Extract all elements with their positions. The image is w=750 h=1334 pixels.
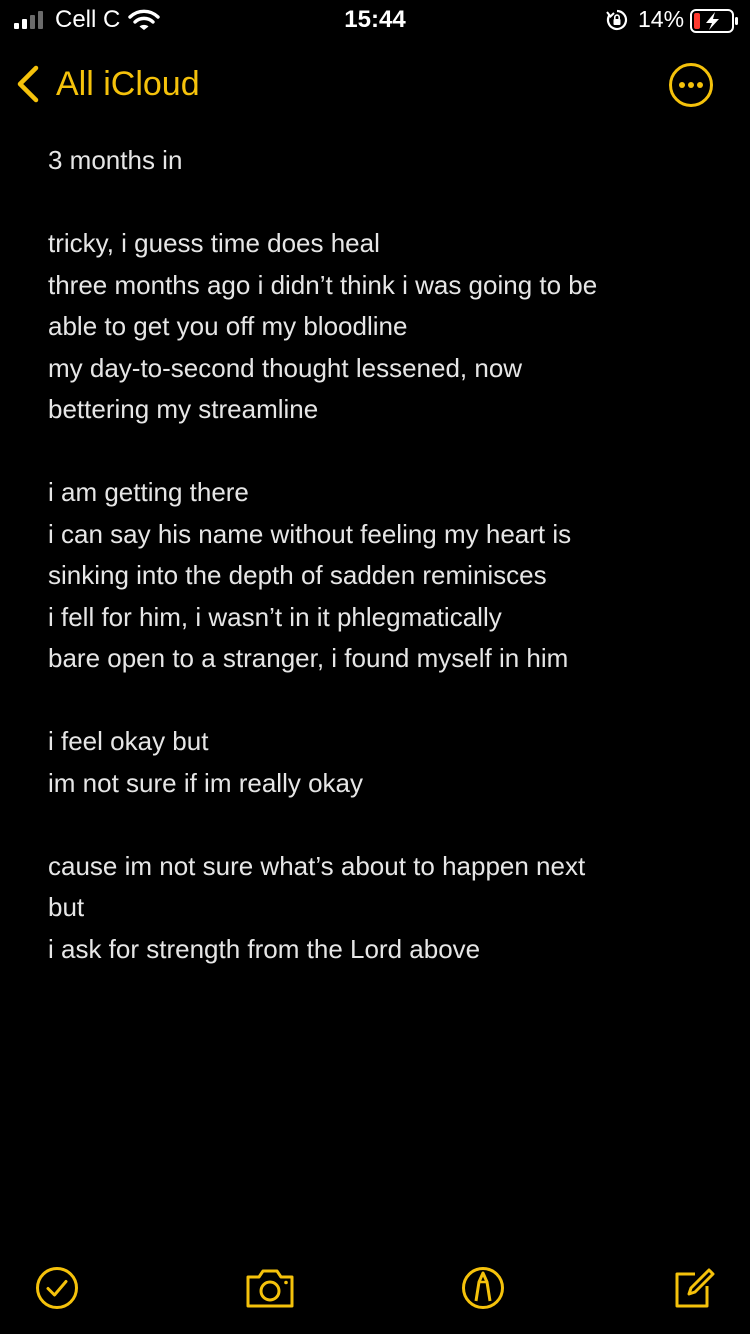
note-line: bare open to a stranger, i found myself … <box>48 643 569 673</box>
markup-button[interactable] <box>455 1260 511 1316</box>
markup-icon <box>462 1267 504 1309</box>
note-blank-line <box>48 804 708 846</box>
note-line: i feel okay but <box>48 726 209 756</box>
note-line: three months ago i didn’t think i was go… <box>48 269 598 300</box>
compose-button[interactable] <box>665 1260 721 1316</box>
note-line: 3 months in <box>48 145 183 175</box>
note-line: tricky, i guess time does heal <box>48 228 380 258</box>
battery-percentage: 14% <box>638 6 685 32</box>
battery-charging-icon <box>690 9 738 33</box>
note-line: i fell for him, i wasn’t in it phlegmati… <box>48 601 502 632</box>
note-line: i am getting there <box>48 477 249 507</box>
note-line: i can say his name without feeling my he… <box>48 518 572 549</box>
compose-icon <box>675 1268 715 1308</box>
camera-button[interactable] <box>242 1260 298 1316</box>
note-text-area[interactable]: 3 months in tricky, i guess time does he… <box>48 140 708 970</box>
note-blank-line <box>48 431 708 473</box>
camera-icon <box>246 1269 294 1308</box>
chevron-left-icon <box>17 65 39 103</box>
note-line: bettering my streamline <box>48 394 319 424</box>
orientation-lock-icon <box>606 9 628 31</box>
more-options-icon[interactable] <box>668 62 714 108</box>
note-blank-line <box>48 182 708 224</box>
status-bar: Cell C 15:44 14% <box>0 0 750 40</box>
note-line: able to get you off my bloodline <box>48 311 408 341</box>
note-blank-line <box>48 680 708 722</box>
note-line: my day-to-second thought lessened, now <box>48 352 523 383</box>
note-line: i ask for strength from the Lord above <box>48 933 481 964</box>
note-line: cause im not sure what’s about to happen… <box>48 850 586 881</box>
bottom-toolbar <box>0 1260 750 1320</box>
back-button-label: All iCloud <box>56 64 200 103</box>
note-line: im not sure if im really okay <box>48 767 363 798</box>
note-line: sinking into the depth of sadden reminis… <box>48 560 547 590</box>
back-button[interactable]: All iCloud <box>14 60 200 108</box>
checklist-button[interactable] <box>29 1260 85 1316</box>
checklist-icon <box>36 1267 78 1309</box>
navigation-bar: All iCloud <box>0 52 750 116</box>
note-line: but <box>48 892 85 922</box>
